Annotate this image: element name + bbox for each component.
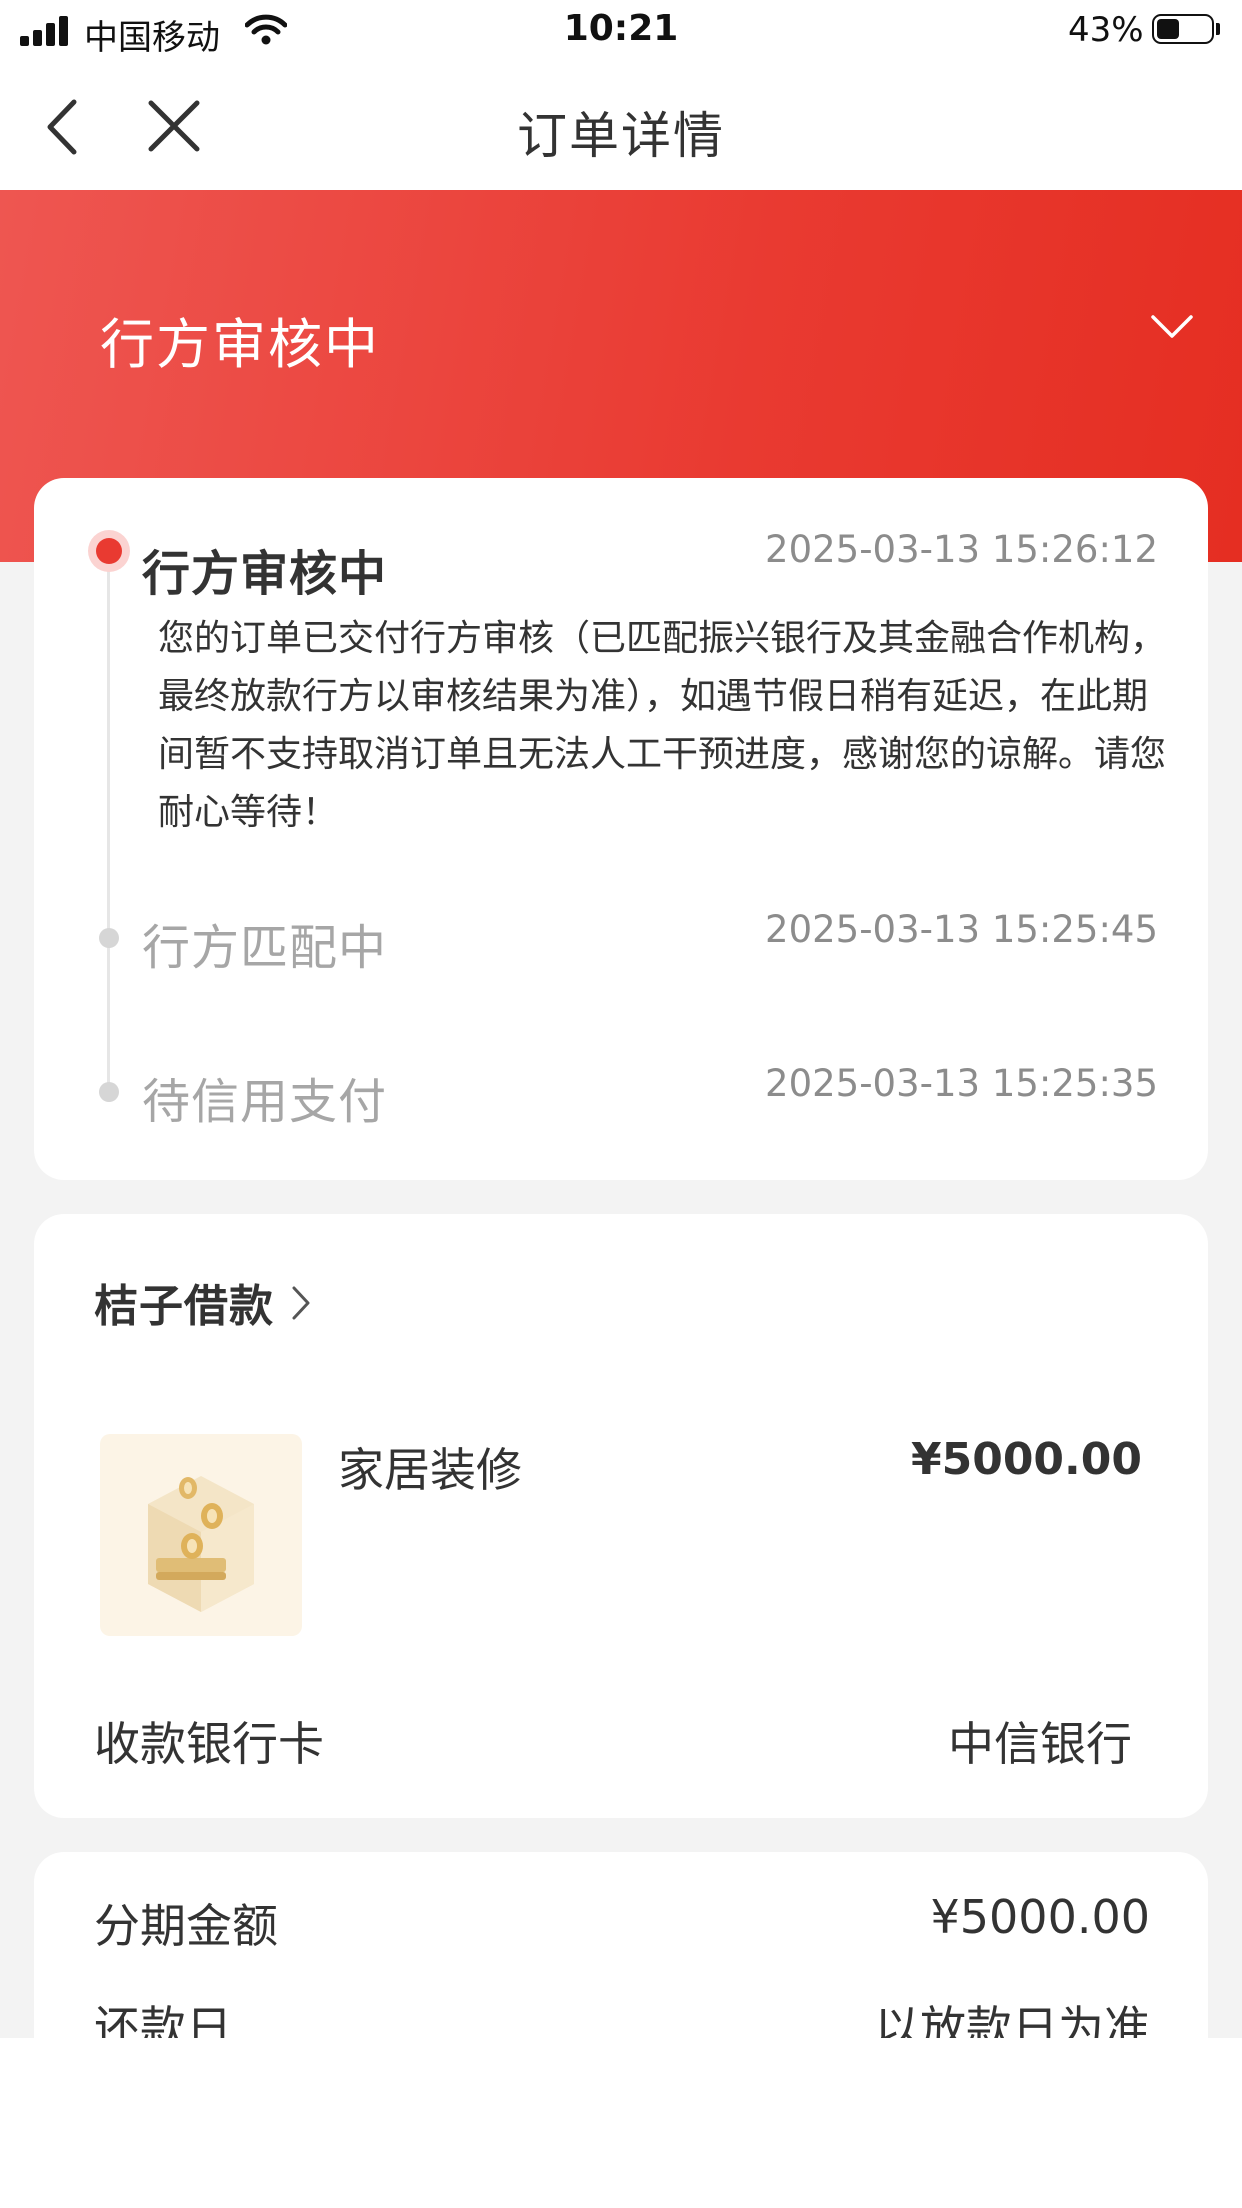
timeline-card: 行方审核中 2025-03-13 15:26:12 您的订单已交付行方审核（已匹… xyxy=(34,478,1208,1180)
chevron-down-icon[interactable] xyxy=(1150,314,1194,340)
chevron-right-icon xyxy=(292,1286,310,1320)
installment-amount-value: ¥5000.00 xyxy=(930,1890,1151,1944)
timeline-step-time: 2025-03-13 15:26:12 xyxy=(765,528,1158,571)
timeline-line xyxy=(107,558,110,1098)
order-detail-page: 中国移动 10:21 43% 订单详情 行方审核中 行方审核中 2025-03-… xyxy=(0,0,1242,2208)
status-header-title: 行方审核中 xyxy=(100,313,380,376)
bank-card-value: 中信银行 xyxy=(948,1717,1132,1771)
merchant-name: 桔子借款 xyxy=(94,1281,274,1332)
bank-card-label: 收款银行卡 xyxy=(94,1717,324,1771)
coin-box-icon xyxy=(148,1476,254,1612)
timeline-active-dot xyxy=(88,530,130,572)
timeline-step-time: 2025-03-13 15:25:45 xyxy=(765,908,1158,951)
battery-percent: 43% xyxy=(1068,10,1144,50)
clock: 10:21 xyxy=(563,8,679,49)
battery-fill xyxy=(1157,19,1179,39)
page-title: 订单详情 xyxy=(517,107,725,165)
product-card: 桔子借款 家居装修 ¥5000.00 收款银行卡 中信银行 xyxy=(34,1214,1208,1818)
status-bar: 中国移动 10:21 43% xyxy=(0,0,1242,64)
timeline-dot xyxy=(99,1082,119,1102)
item-price: ¥5000.00 xyxy=(910,1434,1142,1485)
merchant-link[interactable]: 桔子借款 xyxy=(94,1270,310,1334)
nav-bar: 订单详情 xyxy=(0,64,1242,190)
item-name: 家居装修 xyxy=(338,1443,522,1497)
timeline-step-description: 您的订单已交付行方审核（已匹配振兴银行及其金融合作机构，最终放款行方以审核结果为… xyxy=(158,618,1167,833)
bottom-blank-area xyxy=(0,2038,1242,2208)
timeline-step-title: 行方审核中 xyxy=(142,546,388,602)
timeline-step-title: 待信用支付 xyxy=(142,1074,388,1130)
installment-amount-label: 分期金额 xyxy=(94,1899,278,1953)
product-image xyxy=(100,1434,302,1636)
battery-cap xyxy=(1216,23,1220,35)
timeline-step-title: 行方匹配中 xyxy=(142,920,388,976)
timeline-step-time: 2025-03-13 15:25:35 xyxy=(765,1062,1158,1105)
battery-icon xyxy=(1152,14,1214,44)
timeline-dot xyxy=(99,928,119,948)
